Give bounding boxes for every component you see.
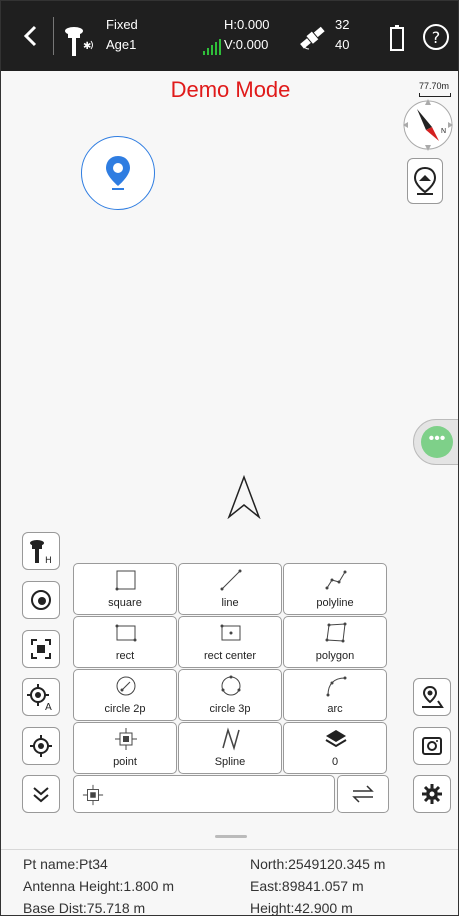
point-icon <box>115 728 137 750</box>
tool-polygon[interactable]: polygon <box>283 616 387 668</box>
line-icon <box>220 569 242 591</box>
back-arrow-icon <box>23 25 37 47</box>
tool-label: circle 3p <box>209 703 251 715</box>
gear-icon <box>422 784 442 804</box>
help-button[interactable]: ? <box>422 23 450 51</box>
locate-icon <box>30 735 52 757</box>
more-icon: ••• <box>421 426 453 458</box>
location-pin-icon <box>106 156 130 190</box>
point-icon <box>82 784 104 806</box>
tool-circle-2p[interactable]: circle 2p <box>73 669 177 721</box>
fix-status: Fixed <box>106 17 138 32</box>
svg-text:H: H <box>45 556 52 565</box>
rect-icon <box>115 624 137 642</box>
swap-button[interactable] <box>337 775 389 813</box>
compass[interactable]: 77.70m N <box>399 81 457 151</box>
tool-label: circle 2p <box>104 703 146 715</box>
tool-rect-center[interactable]: rect center <box>178 616 282 668</box>
tool-line[interactable]: line <box>178 563 282 615</box>
app-screen: ✱ Fixed Age1 H:0.000 V:0.000 32 40 ? Dem… <box>0 0 459 916</box>
camera-icon <box>422 737 442 755</box>
settings-button[interactable] <box>413 775 451 813</box>
svg-text:?: ? <box>432 28 441 47</box>
tool-polyline[interactable]: polyline <box>283 563 387 615</box>
divider <box>53 17 54 55</box>
map-marker-icon <box>422 685 444 708</box>
tool-layer[interactable]: 0 <box>283 722 387 774</box>
tool-label: arc <box>327 703 343 715</box>
target-circle-icon <box>31 590 51 610</box>
map-pin-layer-icon <box>413 166 437 195</box>
tool-label: point <box>113 756 137 768</box>
v-precision: V:0.000 <box>224 37 269 52</box>
tool-circle-3p[interactable]: circle 3p <box>178 669 282 721</box>
rect-center-icon <box>220 624 241 641</box>
circle-3p-icon <box>221 675 241 696</box>
back-button[interactable] <box>19 23 43 49</box>
locate-point-button[interactable] <box>81 136 155 210</box>
tool-label: rect <box>115 650 135 662</box>
battery-icon <box>390 25 404 51</box>
stakeout-button[interactable] <box>413 678 451 716</box>
receiver-icon[interactable]: ✱ <box>63 23 97 57</box>
tool-label: square <box>108 597 142 609</box>
svg-text:A: A <box>45 702 52 710</box>
compass-north-label: N <box>441 128 447 135</box>
point-input-bar[interactable] <box>73 775 335 813</box>
demo-mode-label: Demo Mode <box>170 77 291 102</box>
tool-point[interactable]: point <box>73 722 177 774</box>
tool-label: polygon <box>315 650 355 662</box>
double-chevron-down-icon <box>33 787 49 803</box>
locate-button[interactable] <box>22 727 60 765</box>
tool-label: Spline <box>214 756 246 768</box>
layers-icon <box>325 730 347 748</box>
polygon-icon <box>325 622 347 643</box>
h-precision: H:0.000 <box>224 17 270 32</box>
age-status: Age1 <box>106 37 137 52</box>
compass-icon <box>403 99 453 151</box>
scale-label: 77.70m <box>419 81 450 91</box>
tool-arc[interactable]: arc <box>283 669 387 721</box>
circle-2p-icon <box>116 676 136 696</box>
swap-arrows-icon <box>352 785 374 803</box>
tool-label: polyline <box>316 597 354 609</box>
tool-square[interactable]: square <box>73 563 177 615</box>
tool-label: line <box>221 597 239 609</box>
north-coordinate: North:2549120.345 m <box>250 856 386 872</box>
fit-view-button[interactable] <box>22 630 60 668</box>
help-icon: ? <box>423 24 449 50</box>
collapse-button[interactable] <box>22 775 60 813</box>
point-name: Pt name:Pt34 <box>23 856 108 872</box>
drag-handle[interactable] <box>215 835 247 838</box>
arc-icon <box>326 676 347 697</box>
antenna-height: Antenna Height:1.800 m <box>23 878 174 894</box>
satellites-used: 32 <box>335 17 350 32</box>
tool-label: rect center <box>204 650 256 662</box>
camera-button[interactable] <box>413 727 451 765</box>
antenna-height-button[interactable]: H <box>22 532 60 570</box>
polyline-icon <box>325 570 347 590</box>
spline-icon <box>222 727 240 751</box>
point-info-panel: Pt name:Pt34 Antenna Height:1.800 m Base… <box>1 849 458 916</box>
satellite-icon[interactable] <box>297 23 327 53</box>
satellites-total: 40 <box>335 37 350 52</box>
height-value: Height:42.900 m <box>250 900 353 916</box>
east-coordinate: East:89841.057 m <box>250 878 364 894</box>
svg-text:✱: ✱ <box>83 41 91 52</box>
snap-button[interactable] <box>22 581 60 619</box>
tool-label: 0 <box>331 756 339 768</box>
square-icon <box>115 570 136 591</box>
more-menu-button[interactable]: ••• <box>413 419 458 465</box>
fit-screen-icon <box>31 639 51 659</box>
signal-icon <box>203 39 221 55</box>
auto-locate-button[interactable]: A <box>22 678 60 716</box>
locate-auto-icon: A <box>27 684 52 710</box>
status-bar: ✱ Fixed Age1 H:0.000 V:0.000 32 40 ? <box>1 1 458 71</box>
tool-rect[interactable]: rect <box>73 616 177 668</box>
antenna-height-icon: H <box>30 540 52 565</box>
base-distance: Base Dist:75.718 m <box>23 900 146 916</box>
map-layer-button[interactable] <box>407 158 443 204</box>
position-arrow-icon <box>227 475 261 519</box>
tool-spline[interactable]: Spline <box>178 722 282 774</box>
